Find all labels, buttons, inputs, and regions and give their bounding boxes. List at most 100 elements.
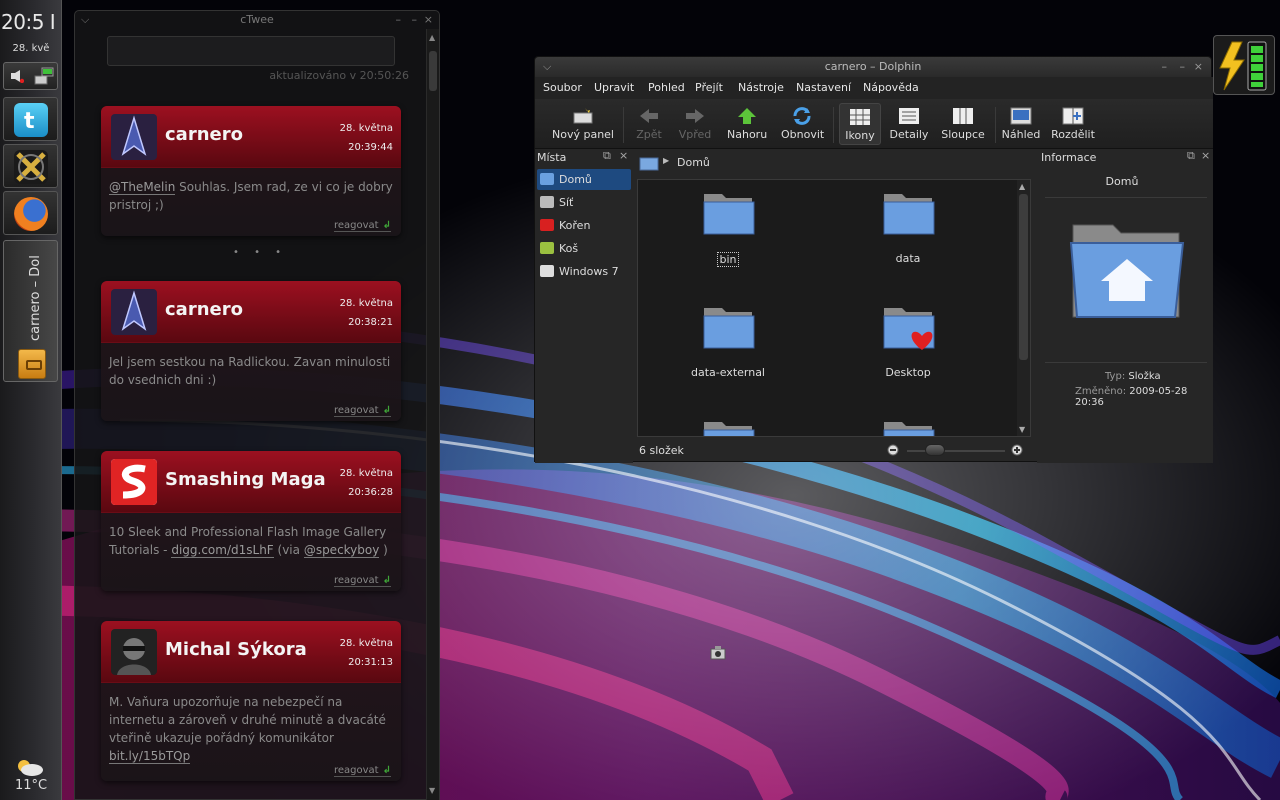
scroll-down-icon[interactable]: ▼: [429, 786, 435, 795]
file-view-scrollbar[interactable]: ▲ ▼: [1017, 180, 1030, 436]
tweet-link[interactable]: bit.ly/15bTQp: [109, 749, 191, 764]
reply-label: reagovat: [334, 405, 379, 416]
reply-button[interactable]: reagovat ↲: [334, 405, 391, 417]
tweet-link[interactable]: digg.com/d1sLhF: [171, 543, 274, 558]
columns-view-button[interactable]: Sloupce: [939, 103, 987, 145]
dolphin-titlebar[interactable]: carnero – Dolphin ⌵ – – ×: [535, 57, 1211, 77]
tweet-mention[interactable]: @TheMelin: [109, 180, 176, 195]
maximize-icon[interactable]: –: [1180, 57, 1186, 77]
tweet-author[interactable]: carnero: [165, 299, 325, 320]
tweet-input[interactable]: [107, 36, 395, 66]
menu-tools[interactable]: Nástroje: [738, 81, 784, 94]
menu-view[interactable]: Pohled: [648, 81, 685, 94]
folder-item[interactable]: [668, 416, 788, 436]
close-icon[interactable]: ×: [1194, 57, 1203, 77]
scroll-thumb[interactable]: [1019, 194, 1028, 360]
ctwee-scrollbar[interactable]: ▲ ▼: [426, 29, 439, 800]
folder-item[interactable]: data: [848, 188, 968, 265]
tweet-text: Jel jsem sestkou na Radlickou. Zavan min…: [109, 355, 391, 387]
scroll-thumb[interactable]: [429, 51, 437, 91]
tweet-mention[interactable]: @speckyboy: [303, 543, 380, 558]
tweet-author[interactable]: Michal Sýkora: [165, 639, 325, 660]
file-view[interactable]: bin data data-external Desktop: [637, 179, 1031, 437]
place-item-home[interactable]: Domů: [537, 169, 631, 190]
reply-button[interactable]: reagovat ↲: [334, 220, 391, 232]
firefox-launcher[interactable]: [3, 191, 58, 235]
close-panel-icon[interactable]: ×: [619, 149, 628, 162]
menu-settings[interactable]: Nastavení: [796, 81, 851, 94]
place-item-network[interactable]: Síť: [537, 192, 631, 213]
forward-button[interactable]: Vpřed: [677, 103, 713, 145]
preview-button[interactable]: Náhled: [1001, 103, 1041, 145]
scroll-up-icon[interactable]: ▲: [1019, 182, 1025, 191]
menu-help[interactable]: Nápověda: [863, 81, 919, 94]
split-button[interactable]: Rozdělit: [1051, 103, 1095, 145]
zoom-slider[interactable]: [885, 443, 1031, 459]
xchat-launcher[interactable]: [3, 144, 58, 188]
folder-item[interactable]: Desktop: [848, 302, 968, 379]
avatar[interactable]: [111, 459, 157, 505]
breadcrumb[interactable]: ▶ Domů: [637, 153, 1031, 173]
close-icon[interactable]: ×: [424, 11, 433, 29]
drive-icon: [540, 265, 554, 277]
menu-file[interactable]: Soubor: [543, 81, 582, 94]
tweet-date-time: 20:39:44: [348, 142, 393, 153]
volume-muted-icon[interactable]: [10, 69, 24, 83]
details-view-button[interactable]: Detaily: [887, 103, 931, 145]
place-item-root[interactable]: Kořen: [537, 215, 631, 236]
minimize-icon[interactable]: –: [1162, 57, 1168, 77]
folder-icon: [703, 422, 755, 436]
maximize-icon[interactable]: –: [412, 11, 418, 29]
minimize-icon[interactable]: –: [396, 11, 402, 29]
back-button[interactable]: Zpět: [631, 103, 667, 145]
tweet-author[interactable]: Smashing Magazir: [165, 469, 325, 490]
scroll-up-icon[interactable]: ▲: [429, 33, 435, 42]
icons-view-label: Ikony: [845, 129, 875, 142]
desktop-folder-icon: [883, 308, 935, 350]
zoom-out-icon[interactable]: [887, 444, 901, 458]
new-panel-label: Nový panel: [552, 128, 614, 141]
ctwee-titlebar[interactable]: cTwee ⌵ – – ×: [75, 11, 439, 29]
close-panel-icon[interactable]: ×: [1201, 149, 1210, 162]
taskbar-dolphin-entry[interactable]: carnero – Dol: [3, 240, 58, 382]
tweet-author[interactable]: carnero: [165, 124, 325, 145]
reply-arrow-icon: ↲: [382, 405, 391, 416]
detach-panel-icon[interactable]: ⧉: [603, 149, 611, 163]
icons-view-button[interactable]: Ikony: [839, 103, 881, 145]
weather-icon[interactable]: [14, 756, 44, 778]
detach-panel-icon[interactable]: ⧉: [1187, 149, 1195, 163]
menu-go[interactable]: Přejít: [695, 81, 723, 94]
home-folder-preview-icon: [1069, 224, 1185, 318]
zoom-knob[interactable]: [925, 444, 945, 456]
avatar[interactable]: [111, 629, 157, 675]
reply-button[interactable]: reagovat ↲: [334, 575, 391, 587]
more-dots[interactable]: • • •: [233, 247, 287, 258]
avatar[interactable]: [111, 114, 157, 160]
place-item-windows7[interactable]: Windows 7: [537, 261, 631, 282]
battery-widget[interactable]: [1213, 35, 1275, 95]
folder-item[interactable]: [848, 416, 968, 436]
breadcrumb-item[interactable]: Domů: [677, 156, 710, 169]
camera-icon[interactable]: [710, 645, 726, 661]
zoom-in-icon[interactable]: [1011, 444, 1025, 458]
menu-edit[interactable]: Upravit: [594, 81, 634, 94]
twitter-launcher[interactable]: t: [3, 97, 58, 141]
tweet-text: 10 Sleek and Professional Flash Image Ga…: [101, 513, 401, 563]
arrow-right-icon: [686, 109, 704, 123]
new-panel-button[interactable]: Nový panel: [551, 103, 615, 145]
reload-button[interactable]: Obnovit: [781, 103, 824, 145]
tweet-header: carnero 28. května 20:38:21: [101, 281, 401, 343]
folder-item[interactable]: data-external: [668, 302, 788, 379]
network-icon[interactable]: [34, 67, 54, 85]
firefox-icon: [14, 197, 48, 231]
zoom-track[interactable]: [907, 450, 1005, 452]
scroll-down-icon[interactable]: ▼: [1019, 425, 1025, 434]
window-menu-icon[interactable]: ⌵: [543, 57, 551, 77]
window-menu-icon[interactable]: ⌵: [81, 11, 89, 29]
avatar[interactable]: [111, 289, 157, 335]
folder-item[interactable]: bin: [668, 188, 788, 267]
place-item-trash[interactable]: Koš: [537, 238, 631, 259]
clock[interactable]: 20:5 I: [0, 10, 62, 34]
up-button[interactable]: Nahoru: [727, 103, 767, 145]
reply-button[interactable]: reagovat ↲: [334, 765, 391, 777]
